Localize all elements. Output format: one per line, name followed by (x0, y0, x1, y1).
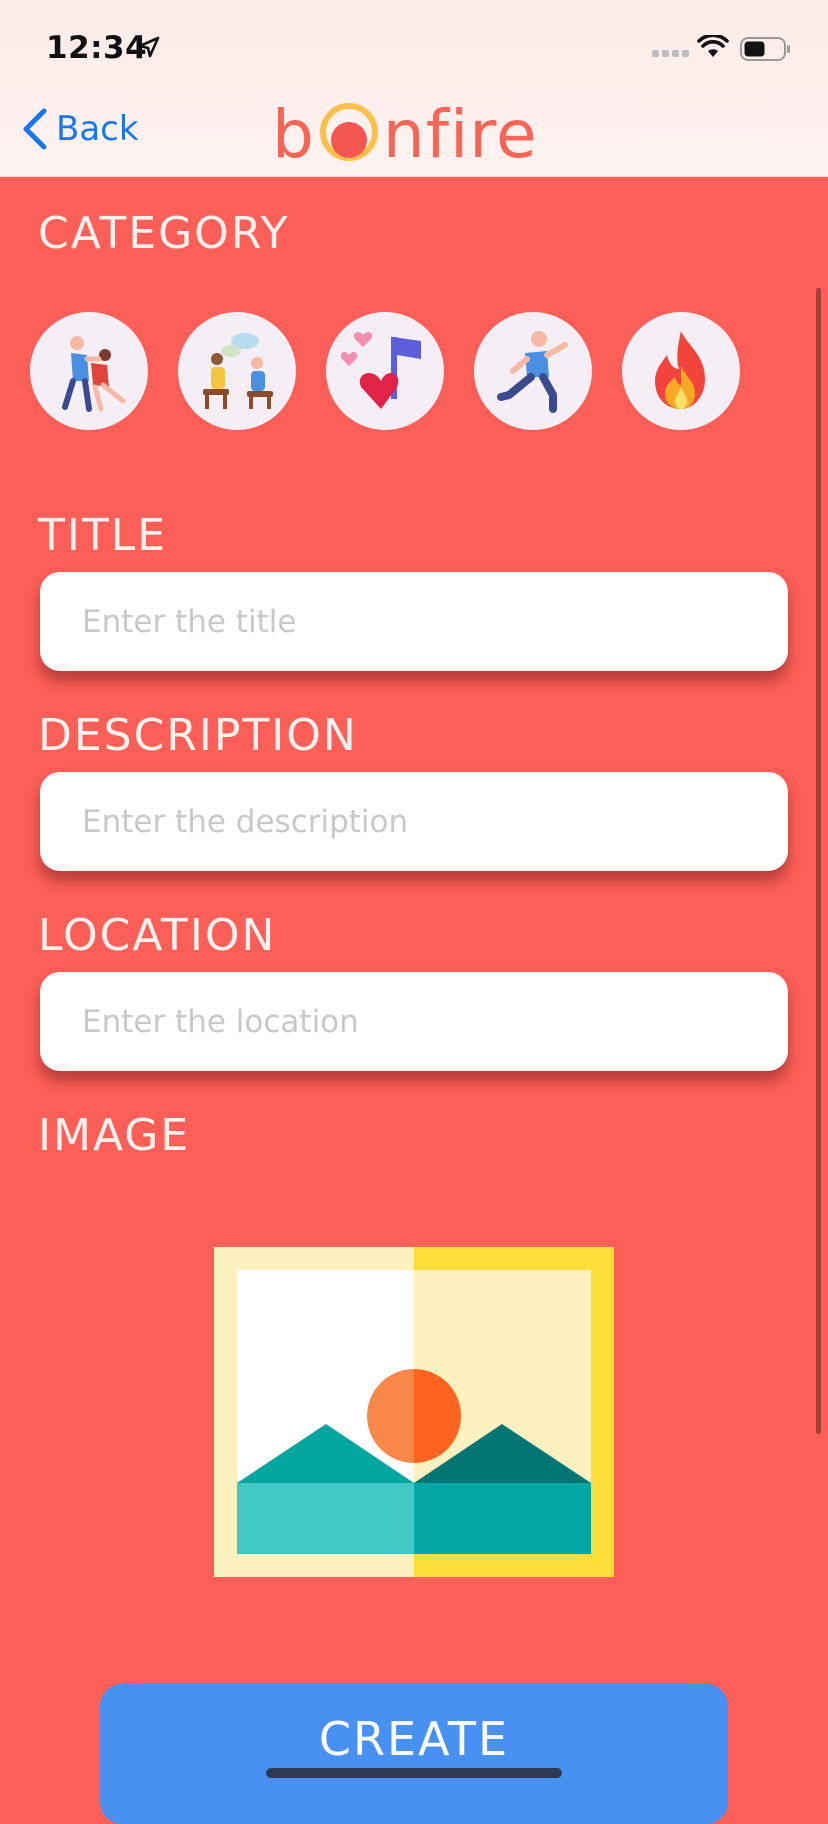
category-music[interactable] (326, 312, 444, 430)
wifi-icon (697, 35, 729, 57)
battery-icon (740, 37, 790, 61)
category-sports[interactable] (474, 312, 592, 430)
chevron-left-icon (23, 108, 47, 150)
location-input[interactable] (80, 1002, 764, 1041)
back-label: Back (56, 109, 139, 149)
title-input[interactable] (80, 602, 764, 641)
image-placeholder-icon (214, 1247, 614, 1577)
cellular-signal-icon (652, 50, 689, 57)
header: 12:34 Back b nfire (0, 0, 828, 177)
logo-text-suffix: nfire (382, 96, 538, 173)
create-button[interactable]: CREATE (100, 1684, 728, 1824)
category-hot[interactable] (622, 312, 740, 430)
category-dance[interactable] (30, 312, 148, 430)
location-label: LOCATION (38, 910, 277, 961)
home-indicator (266, 1768, 562, 1778)
title-field[interactable] (40, 572, 788, 671)
category-social[interactable] (178, 312, 296, 430)
conversation-people-icon (203, 333, 273, 409)
logo-text-prefix: b (272, 96, 315, 173)
location-arrow-icon (138, 36, 160, 58)
description-field[interactable] (40, 772, 788, 871)
description-label: DESCRIPTION (38, 710, 358, 761)
image-label: IMAGE (38, 1110, 191, 1161)
scrollbar[interactable] (816, 288, 821, 1434)
description-input[interactable] (80, 802, 764, 841)
logo-flame-icon (316, 102, 382, 168)
image-picker[interactable] (214, 1247, 614, 1577)
sport-runner-icon (497, 331, 568, 413)
bonfire-logo: b nfire (272, 96, 538, 168)
status-time: 12:34 (46, 30, 148, 66)
music-love-icon (340, 332, 421, 409)
title-label: TITLE (38, 510, 168, 561)
fire-icon (655, 331, 705, 409)
location-field[interactable] (40, 972, 788, 1071)
dance-couple-icon (62, 336, 126, 412)
back-button[interactable]: Back (22, 108, 139, 150)
category-label: CATEGORY (38, 208, 290, 259)
